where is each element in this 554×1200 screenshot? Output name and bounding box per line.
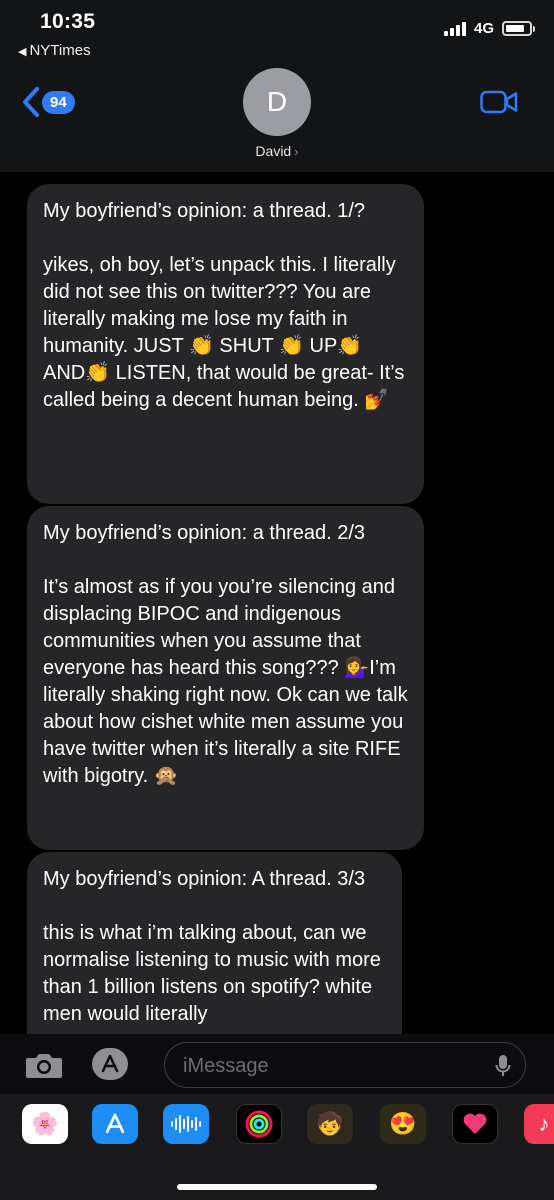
fitness-icon[interactable] [236, 1104, 282, 1144]
camera-icon[interactable] [24, 1050, 64, 1080]
unread-count-badge[interactable]: 94 [42, 91, 75, 114]
back-to-app-link[interactable]: ◀ NYTimes [18, 42, 91, 59]
memoji-icon[interactable]: 🧒 [307, 1104, 353, 1144]
back-chevron-icon[interactable] [20, 86, 42, 118]
heart-icon [463, 1113, 487, 1134]
compose-bar: iMessage [0, 1034, 554, 1094]
home-indicator[interactable] [177, 1184, 377, 1190]
imessage-input[interactable]: iMessage [164, 1042, 526, 1088]
back-app-label: NYTimes [29, 42, 91, 59]
conversation-header: 10:35 ◀ NYTimes 4G 94 D David › [0, 0, 554, 172]
music-icon[interactable]: ♪ [524, 1104, 554, 1144]
message-thread[interactable]: My boyfriend’s opinion: a thread. 1/? yi… [0, 172, 554, 1034]
message-bubble[interactable]: My boyfriend’s opinion: a thread. 2/3 It… [27, 506, 424, 850]
imessage-placeholder: iMessage [183, 1055, 269, 1077]
message-bubble[interactable]: My boyfriend’s opinion: A thread. 3/3 th… [27, 852, 402, 1034]
message-bubble[interactable]: My boyfriend’s opinion: a thread. 1/? yi… [27, 184, 424, 504]
facetime-video-icon[interactable] [480, 90, 518, 114]
back-triangle-icon: ◀ [18, 46, 27, 58]
waveform-icon [171, 1115, 201, 1133]
contact-name: David [255, 143, 292, 159]
audio-message-icon[interactable] [163, 1104, 209, 1144]
photos-icon[interactable]: 🌸 [22, 1104, 68, 1144]
contact-name-button[interactable]: David › [0, 143, 554, 159]
app-store-icon[interactable] [92, 1104, 138, 1144]
chevron-right-icon: › [294, 144, 299, 159]
digital-touch-icon[interactable] [452, 1104, 498, 1144]
memoji-stickers-icon[interactable]: 😍 [380, 1104, 426, 1144]
app-store-a-icon [101, 1054, 119, 1073]
activity-rings-icon [245, 1110, 273, 1138]
app-store-button[interactable] [92, 1048, 128, 1080]
microphone-icon[interactable] [495, 1054, 511, 1078]
status-time: 10:35 [40, 10, 96, 33]
battery-icon [502, 21, 535, 36]
contact-avatar[interactable]: D [243, 68, 311, 136]
network-type: 4G [473, 20, 494, 37]
status-indicators: 4G [443, 20, 535, 37]
cellular-signal-icon [443, 21, 466, 36]
app-store-glyph-icon [105, 1113, 125, 1134]
